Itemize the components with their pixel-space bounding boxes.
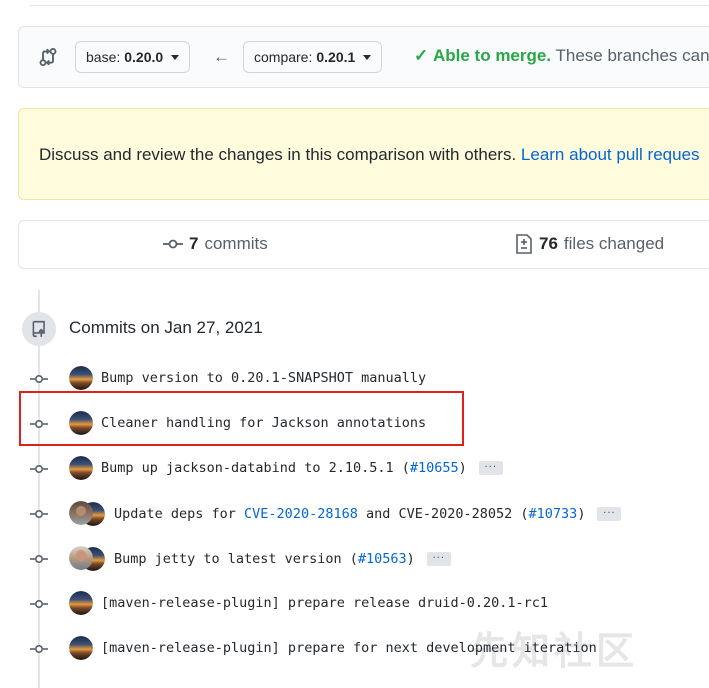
avatar-stack: [69, 546, 106, 572]
base-label: base:: [86, 49, 121, 65]
avatar[interactable]: [69, 546, 93, 570]
base-branch-dropdown[interactable]: base: 0.20.0: [75, 41, 191, 73]
files-label: files changed: [563, 234, 665, 253]
caret-down-icon: [171, 54, 180, 60]
merge-status-message: These branches can: [555, 46, 709, 65]
pull-request-link[interactable]: #10563: [358, 551, 407, 567]
avatar[interactable]: [69, 591, 93, 615]
commit-message-text: ): [458, 460, 467, 476]
commit-group-date: Commits on Jan 27, 2021: [69, 318, 263, 337]
commit-message-text: Bump up jackson-databind to 2.10.5.1 (: [101, 460, 410, 476]
compare-branch-dropdown[interactable]: compare: 0.20.1: [243, 41, 383, 73]
commit-node-icon: [30, 374, 48, 384]
commit-message[interactable]: Bump version to 0.20.1-SNAPSHOT manually: [101, 370, 426, 386]
commits-count: 7: [189, 234, 199, 253]
base-value: 0.20.0: [124, 49, 164, 65]
commits-label: commits: [204, 234, 268, 253]
git-commit-icon: [163, 239, 183, 249]
top-divider: [30, 5, 709, 6]
commits-tab[interactable]: 7 commits: [163, 234, 268, 254]
commit-node-icon: [30, 464, 48, 474]
avatar[interactable]: [69, 456, 93, 480]
caret-down-icon: [363, 54, 372, 60]
commit-node-icon: [30, 509, 48, 519]
commit-row: [maven-release-plugin] prepare for next …: [69, 636, 597, 660]
merge-status-text: Able to merge.: [432, 46, 552, 65]
commit-message[interactable]: [maven-release-plugin] prepare for next …: [101, 640, 597, 656]
commit-message[interactable]: [maven-release-plugin] prepare release d…: [101, 595, 548, 611]
avatar-stack: [69, 501, 106, 527]
file-diff-icon: [516, 234, 532, 254]
pull-request-link[interactable]: #10733: [529, 506, 578, 522]
commit-message-text: Update deps for: [114, 506, 245, 522]
commit-row: [maven-release-plugin] prepare release d…: [69, 591, 548, 615]
git-compare-icon: [39, 47, 57, 67]
files-changed-tab[interactable]: 76 files changed: [515, 234, 664, 254]
flash-message: Discuss and review the changes in this c…: [39, 145, 517, 164]
expand-commit-button[interactable]: ···: [597, 507, 622, 521]
pull-request-link[interactable]: #10655: [410, 460, 459, 476]
commit-node-icon: [30, 644, 48, 654]
avatar[interactable]: [69, 636, 93, 660]
commit-message-text: Bump jetty to latest version (: [114, 551, 358, 567]
commit-message[interactable]: Update deps for CVE-2020-28168 and CVE-2…: [114, 506, 585, 522]
compare-label: compare:: [254, 49, 313, 65]
commit-row: Bump version to 0.20.1-SNAPSHOT manually: [69, 366, 426, 390]
avatar[interactable]: [69, 501, 93, 525]
compare-value: 0.20.1: [316, 49, 356, 65]
cve-link[interactable]: CVE-2020-28168: [244, 506, 358, 522]
check-icon: ✓: [414, 46, 429, 65]
learn-pull-requests-link[interactable]: Learn about pull reques: [521, 145, 700, 164]
commit-node-icon: [30, 599, 48, 609]
commit-message[interactable]: Bump up jackson-databind to 2.10.5.1 (#1…: [101, 460, 467, 476]
arrow-left-icon: ←: [213, 47, 230, 66]
files-count: 76: [539, 234, 558, 253]
highlight-box: [19, 391, 464, 446]
expand-commit-button[interactable]: ···: [478, 461, 503, 475]
repo-push-icon: [22, 312, 56, 346]
commit-message-text: and CVE-2020-28052 (: [357, 506, 529, 522]
commit-message[interactable]: Bump jetty to latest version (#10563): [114, 551, 415, 567]
commit-row: Update deps for CVE-2020-28168 and CVE-2…: [69, 501, 622, 527]
timeline-line: [38, 290, 40, 688]
merge-status: ✓ Able to merge. These branches can: [414, 46, 709, 66]
expand-commit-button[interactable]: ···: [426, 552, 451, 566]
commit-node-icon: [30, 554, 48, 564]
commit-row: Bump jetty to latest version (#10563) ··…: [69, 546, 451, 572]
avatar[interactable]: [69, 366, 93, 390]
flash-text: Discuss and review the changes in this c…: [39, 145, 700, 165]
commit-message-text: ): [577, 506, 586, 522]
commit-message-text: ): [406, 551, 415, 567]
commit-row: Bump up jackson-databind to 2.10.5.1 (#1…: [69, 456, 503, 480]
